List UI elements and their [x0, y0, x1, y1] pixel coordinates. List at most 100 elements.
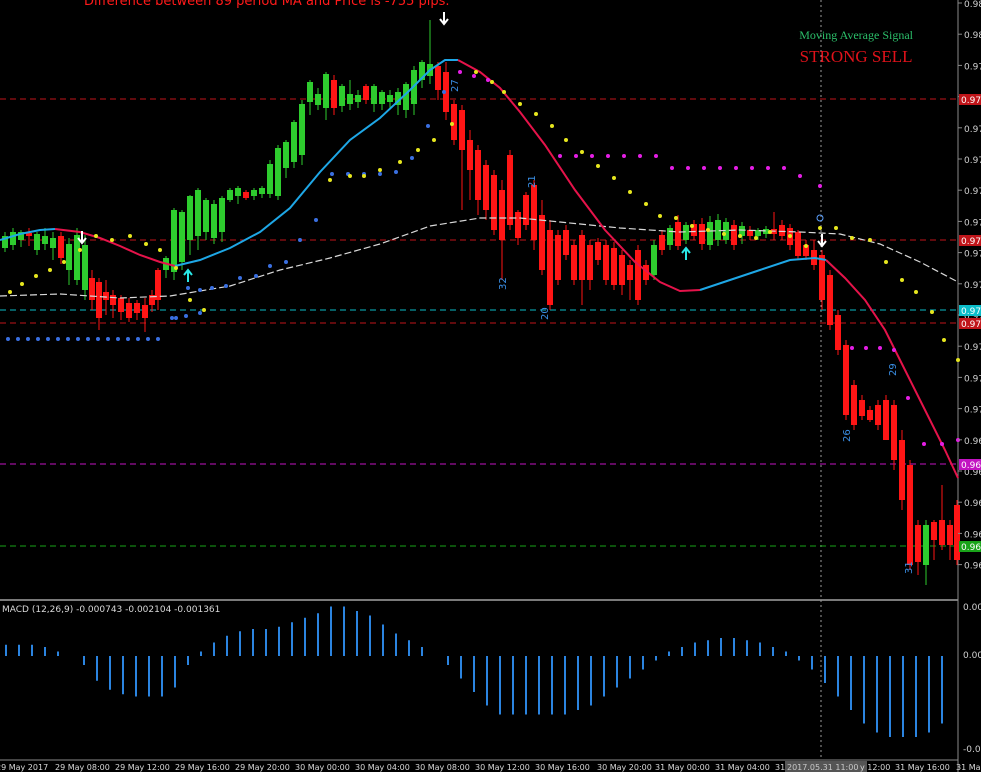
candle	[331, 75, 337, 115]
psar-dot-yellow	[48, 268, 52, 272]
candle	[603, 240, 609, 285]
signal-value: STRONG SELL	[799, 47, 913, 66]
candle	[475, 145, 481, 215]
candle-body	[699, 224, 705, 244]
candle	[283, 140, 289, 178]
candle-body	[50, 238, 56, 248]
wave-label: 20	[540, 307, 551, 320]
candle-body	[187, 196, 193, 240]
psar-dot-yellow	[34, 274, 38, 278]
candle-body	[251, 190, 257, 196]
time-tick-label: y 12:00	[860, 763, 890, 772]
psar-dot-yellow	[144, 242, 148, 246]
psar-dot-yellow	[914, 290, 918, 294]
candle	[187, 195, 193, 255]
candle	[483, 160, 489, 220]
price-axis: 0.98 0.98 0.97 0.97 0.97 0.97 0.97 0.97 0.97 0.97…	[958, 0, 981, 755]
psar-dot-blue	[86, 337, 90, 341]
psar-dot-magenta	[590, 154, 594, 158]
psar-dot-magenta	[782, 166, 786, 170]
candle-body	[291, 122, 297, 162]
psar-dot-yellow	[110, 238, 114, 242]
candle	[34, 232, 40, 255]
psar-dot-blue	[136, 337, 140, 341]
macd-label: MACD (12,26,9) -0.000743 -0.002104 -0.00…	[2, 605, 221, 615]
psar-dot-blue	[26, 337, 30, 341]
price-tag-text: 0.96	[961, 543, 981, 553]
psar-dot-blue	[96, 337, 100, 341]
candle-body	[931, 522, 937, 540]
psar-dot-yellow	[768, 230, 772, 234]
candle	[587, 240, 593, 290]
psar-dot-yellow	[188, 298, 192, 302]
candle	[371, 84, 377, 112]
candle	[42, 228, 48, 250]
psar-dot-yellow	[362, 174, 366, 178]
candle	[923, 520, 929, 585]
candle	[267, 160, 273, 198]
candle-body	[467, 140, 473, 170]
ma-fast-down-1	[54, 228, 176, 267]
time-tick-label: 31 May 16:00	[895, 763, 950, 772]
candle	[347, 80, 353, 110]
psar-dot-blue	[198, 311, 202, 315]
candle-body	[82, 245, 88, 290]
candle-body	[915, 525, 921, 562]
psar-dot-magenta	[850, 346, 854, 350]
wave-label: 29	[888, 363, 899, 376]
candle-body	[355, 95, 361, 102]
candle-body	[387, 95, 393, 102]
candle	[947, 520, 953, 560]
candle-body	[707, 222, 713, 245]
psar-dot-magenta	[878, 346, 882, 350]
candle-body	[875, 405, 881, 425]
candle	[459, 105, 465, 210]
psar-dot-blue	[394, 170, 398, 174]
candle	[611, 242, 617, 290]
candle	[427, 20, 433, 84]
candle	[259, 186, 265, 198]
candle-body	[835, 315, 841, 350]
candle-body	[555, 235, 561, 280]
candle	[211, 200, 217, 244]
psar-dot-blue	[330, 172, 334, 176]
psar-dot-yellow	[674, 216, 678, 220]
psar-dot-magenta	[574, 154, 578, 158]
candle-body	[371, 86, 377, 104]
candle	[10, 228, 16, 250]
psar-dot-magenta	[922, 442, 926, 446]
psar-dot-magenta	[654, 154, 658, 158]
time-tick-label: 30 May 20:00	[597, 763, 652, 772]
psar-dot-yellow	[722, 232, 726, 236]
candle	[939, 485, 945, 550]
candle-body	[547, 230, 553, 305]
price-tick-label: 0.98	[964, 0, 981, 10]
candle-body	[907, 465, 913, 565]
candle-body	[451, 104, 457, 140]
psar-dot-magenta	[766, 166, 770, 170]
candle-body	[595, 242, 601, 260]
candle-body	[587, 245, 593, 280]
candle-body	[883, 400, 889, 440]
candle	[954, 500, 960, 565]
price-tick-label: 0.96	[964, 499, 981, 509]
signal-panel: Moving Average Signal STRONG SELL	[799, 28, 913, 67]
psar-dot-yellow	[596, 164, 600, 168]
candle	[595, 238, 601, 265]
candle-body	[715, 220, 721, 240]
psar-dot-blue	[146, 337, 150, 341]
time-tick-label: 2017.05.31 11:00	[787, 763, 858, 772]
psar-dot-blue	[254, 274, 258, 278]
candle	[635, 245, 641, 305]
candle	[411, 66, 417, 115]
candle-body	[675, 222, 681, 246]
candle-body	[539, 215, 545, 270]
psar-dot-blue	[76, 337, 80, 341]
candle-body	[339, 86, 345, 106]
candle-body	[118, 298, 124, 312]
buy-arrow-icon	[681, 246, 691, 260]
candle-body	[475, 150, 481, 200]
candle	[931, 520, 937, 560]
psar-dot-yellow	[20, 282, 24, 286]
time-tick-label: 29 May 20:00	[235, 763, 290, 772]
